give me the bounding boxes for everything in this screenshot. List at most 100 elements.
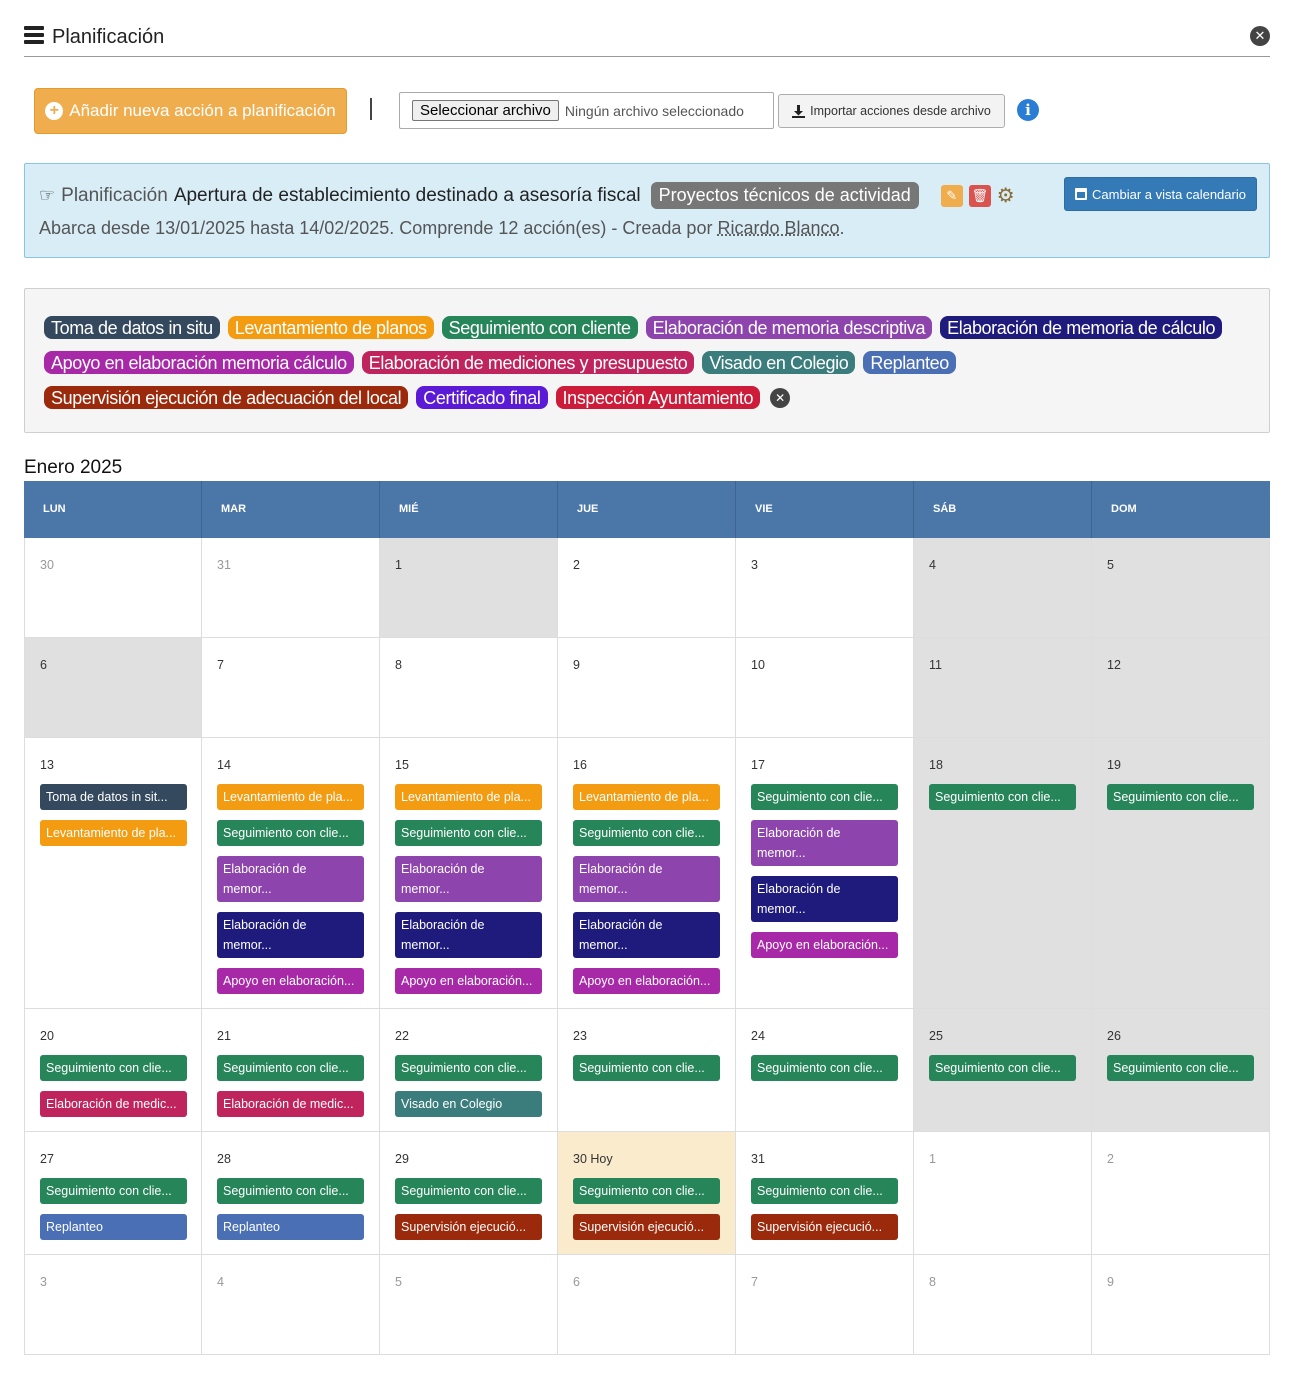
calendar-event[interactable]: Seguimiento con clie... bbox=[395, 820, 542, 846]
calendar-event[interactable]: Elaboración de memor... bbox=[751, 876, 898, 922]
calendar-event[interactable]: Elaboración de memor... bbox=[395, 856, 542, 902]
calendar-event[interactable]: Replanteo bbox=[217, 1214, 364, 1240]
calendar-event[interactable]: Seguimiento con clie... bbox=[395, 1055, 542, 1081]
calendar-day[interactable]: 12 bbox=[1092, 638, 1270, 737]
calendar-day[interactable]: 3 bbox=[24, 1255, 202, 1354]
calendar-event[interactable]: Apoyo en elaboración... bbox=[751, 932, 898, 958]
plan-author[interactable]: Ricardo Blanco bbox=[717, 218, 839, 238]
calendar-day[interactable]: 8 bbox=[380, 638, 558, 737]
legend-tag[interactable]: Visado en Colegio bbox=[702, 351, 856, 374]
edit-icon[interactable]: ✎ bbox=[940, 184, 963, 207]
legend-tag[interactable]: Replanteo bbox=[863, 351, 956, 374]
calendar-event[interactable]: Seguimiento con clie... bbox=[217, 1055, 364, 1081]
calendar-day[interactable]: 15 Levantamiento de pla... Seguimiento con… bbox=[380, 738, 558, 1008]
calendar-event[interactable]: Seguimiento con clie... bbox=[751, 784, 898, 810]
legend-tag[interactable]: Elaboración de memoria descriptiva bbox=[645, 316, 933, 339]
calendar-day[interactable]: 27 Seguimiento con clie... Replanteo bbox=[24, 1132, 202, 1254]
calendar-event[interactable]: Levantamiento de pla... bbox=[573, 784, 720, 810]
calendar-event[interactable]: Seguimiento con clie... bbox=[395, 1178, 542, 1204]
calendar-event[interactable]: Seguimiento con clie... bbox=[929, 1055, 1076, 1081]
calendar-event[interactable]: Seguimiento con clie... bbox=[929, 784, 1076, 810]
calendar-event[interactable]: Supervisión ejecució... bbox=[395, 1214, 542, 1240]
calendar-event[interactable]: Seguimiento con clie... bbox=[573, 1055, 720, 1081]
legend-tag[interactable]: Toma de datos in situ bbox=[44, 316, 220, 339]
add-action-button[interactable]: + Añadir nueva acción a planificación bbox=[34, 88, 347, 134]
calendar-day[interactable]: 9 bbox=[558, 638, 736, 737]
calendar-event[interactable]: Supervisión ejecució... bbox=[573, 1214, 720, 1240]
calendar-event[interactable]: Seguimiento con clie... bbox=[751, 1178, 898, 1204]
calendar-day[interactable]: 24 Seguimiento con clie... bbox=[736, 1009, 914, 1131]
calendar-day[interactable]: 19 Seguimiento con clie... bbox=[1092, 738, 1270, 1008]
gear-icon[interactable]: ⚙ bbox=[997, 183, 1015, 208]
calendar-day[interactable]: 25 Seguimiento con clie... bbox=[914, 1009, 1092, 1131]
legend-tag[interactable]: Elaboración de memoria de cálculo bbox=[940, 316, 1223, 339]
calendar-day[interactable]: 14 Levantamiento de pla... Seguimiento con… bbox=[202, 738, 380, 1008]
calendar-event[interactable]: Levantamiento de pla... bbox=[217, 784, 364, 810]
legend-tag[interactable]: Certificado final bbox=[416, 386, 548, 409]
calendar-event[interactable]: Elaboración de memor... bbox=[217, 856, 364, 902]
calendar-event[interactable]: Levantamiento de pla... bbox=[40, 820, 187, 846]
calendar-event[interactable]: Apoyo en elaboración... bbox=[217, 968, 364, 994]
calendar-day[interactable]: 22 Seguimiento con clie... Visado en Coleg… bbox=[380, 1009, 558, 1131]
legend-tag[interactable]: Inspección Ayuntamiento bbox=[555, 386, 761, 409]
calendar-event[interactable]: Seguimiento con clie... bbox=[40, 1055, 187, 1081]
calendar-day[interactable]: 31 Seguimiento con clie... Supervisión eje… bbox=[736, 1132, 914, 1254]
legend-tag[interactable]: Supervisión ejecución de adecuación del … bbox=[44, 386, 409, 409]
calendar-event[interactable]: Visado en Colegio bbox=[395, 1091, 542, 1117]
info-icon[interactable]: i bbox=[1017, 99, 1039, 121]
calendar-event[interactable]: Replanteo bbox=[40, 1214, 187, 1240]
calendar-day[interactable]: 5 bbox=[1092, 538, 1270, 637]
legend-tag[interactable]: Apoyo en elaboración memoria cálculo bbox=[44, 351, 354, 374]
calendar-day[interactable]: 17 Seguimiento con clie... Elaboración de … bbox=[736, 738, 914, 1008]
calendar-event[interactable]: Elaboración de memor... bbox=[573, 912, 720, 958]
calendar-day[interactable]: 30 bbox=[24, 538, 202, 637]
calendar-event[interactable]: Elaboración de memor... bbox=[217, 912, 364, 958]
calendar-day[interactable]: 28 Seguimiento con clie... Replanteo bbox=[202, 1132, 380, 1254]
calendar-day[interactable]: 16 Levantamiento de pla... Seguimiento con… bbox=[558, 738, 736, 1008]
calendar-day[interactable]: 2 bbox=[1092, 1132, 1270, 1254]
calendar-day[interactable]: 23 Seguimiento con clie... bbox=[558, 1009, 736, 1131]
calendar-day[interactable]: 3 bbox=[736, 538, 914, 637]
calendar-day[interactable]: 21 Seguimiento con clie... Elaboración de … bbox=[202, 1009, 380, 1131]
calendar-day[interactable]: 18 Seguimiento con clie... bbox=[914, 738, 1092, 1008]
calendar-day[interactable]: 6 bbox=[24, 638, 202, 737]
trash-icon[interactable]: 🗑 bbox=[968, 184, 991, 207]
calendar-day[interactable]: 1 bbox=[914, 1132, 1092, 1254]
calendar-day[interactable]: 26 Seguimiento con clie... bbox=[1092, 1009, 1270, 1131]
clear-filter-icon[interactable]: ✕ bbox=[770, 387, 791, 408]
calendar-day[interactable]: 9 bbox=[1092, 1255, 1270, 1354]
menu-icon[interactable] bbox=[24, 26, 44, 44]
close-icon[interactable]: ✕ bbox=[1250, 26, 1270, 46]
calendar-day[interactable]: 7 bbox=[736, 1255, 914, 1354]
calendar-event[interactable]: Seguimiento con clie... bbox=[1107, 784, 1254, 810]
legend-tag[interactable]: Seguimiento con cliente bbox=[441, 316, 638, 339]
calendar-day[interactable]: 13 Toma de datos in sit... Levantamiento d… bbox=[24, 738, 202, 1008]
calendar-day-today[interactable]: 30 Hoy Seguimiento con clie... Supervisión… bbox=[558, 1132, 736, 1254]
calendar-day[interactable]: 29 Seguimiento con clie... Supervisión eje… bbox=[380, 1132, 558, 1254]
calendar-day[interactable]: 1 bbox=[380, 538, 558, 637]
calendar-event[interactable]: Elaboración de memor... bbox=[395, 912, 542, 958]
calendar-event[interactable]: Elaboración de medic... bbox=[40, 1091, 187, 1117]
legend-tag[interactable]: Levantamiento de planos bbox=[227, 316, 434, 339]
calendar-event[interactable]: Supervisión ejecució... bbox=[751, 1214, 898, 1240]
calendar-event[interactable]: Seguimiento con clie... bbox=[217, 820, 364, 846]
calendar-event[interactable]: Apoyo en elaboración... bbox=[395, 968, 542, 994]
calendar-day[interactable]: 20 Seguimiento con clie... Elaboración de … bbox=[24, 1009, 202, 1131]
calendar-event[interactable]: Elaboración de memor... bbox=[751, 820, 898, 866]
calendar-day[interactable]: 4 bbox=[202, 1255, 380, 1354]
calendar-event[interactable]: Seguimiento con clie... bbox=[1107, 1055, 1254, 1081]
calendar-event[interactable]: Levantamiento de pla... bbox=[395, 784, 542, 810]
calendar-event[interactable]: Seguimiento con clie... bbox=[40, 1178, 187, 1204]
calendar-day[interactable]: 5 bbox=[380, 1255, 558, 1354]
calendar-event[interactable]: Elaboración de medic... bbox=[217, 1091, 364, 1117]
legend-tag[interactable]: Elaboración de mediciones y presupuesto bbox=[361, 351, 695, 374]
calendar-event[interactable]: Toma de datos in sit... bbox=[40, 784, 187, 810]
calendar-view-button[interactable]: Cambiar a vista calendario bbox=[1064, 177, 1257, 211]
calendar-day[interactable]: 8 bbox=[914, 1255, 1092, 1354]
calendar-day[interactable]: 4 bbox=[914, 538, 1092, 637]
calendar-day[interactable]: 10 bbox=[736, 638, 914, 737]
calendar-event[interactable]: Apoyo en elaboración... bbox=[573, 968, 720, 994]
calendar-event[interactable]: Seguimiento con clie... bbox=[573, 1178, 720, 1204]
calendar-event[interactable]: Seguimiento con clie... bbox=[751, 1055, 898, 1081]
calendar-day[interactable]: 6 bbox=[558, 1255, 736, 1354]
